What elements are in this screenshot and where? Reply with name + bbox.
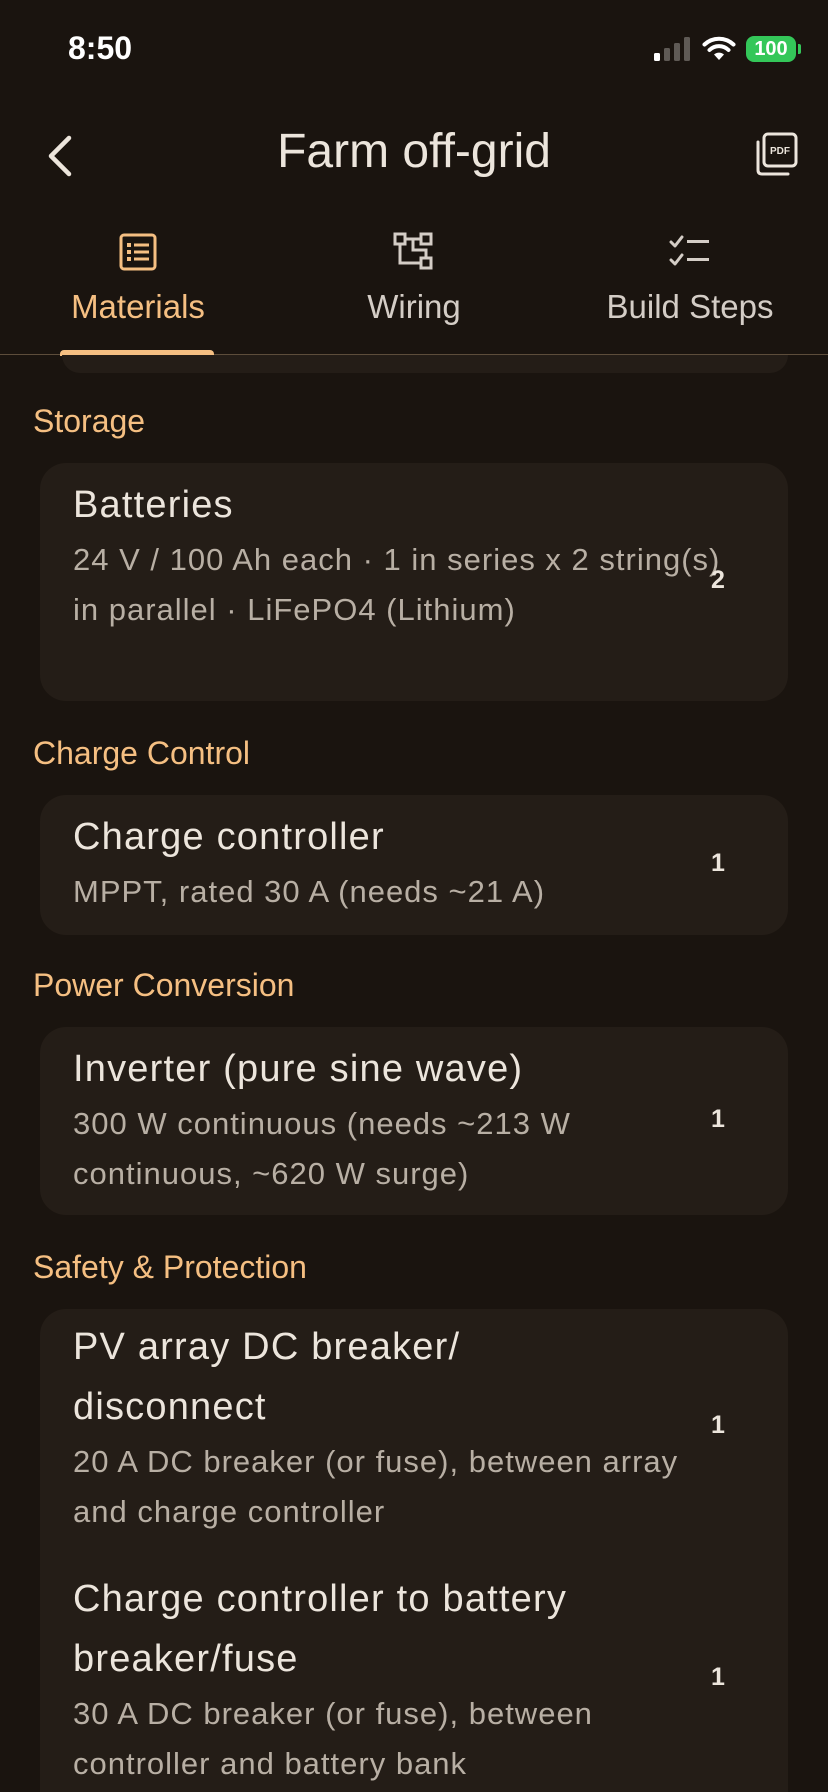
tab-bar: Materials Wiring Build Steps <box>0 222 828 356</box>
item-name: Inverter (pure sine wave) <box>73 1048 524 1090</box>
section-title-safety-protection: Safety & Protection <box>33 1249 307 1285</box>
tab-build-steps[interactable]: Build Steps <box>552 222 828 354</box>
section-title-power-conversion: Power Conversion <box>33 967 295 1003</box>
card-power-conversion: Inverter (pure sine wave) 300 W continuo… <box>40 1027 788 1215</box>
navigation-header: Farm off-grid PDF <box>0 100 828 210</box>
battery-icon: 100 <box>746 36 801 62</box>
list-item[interactable]: Charge controller to battery breaker/fus… <box>73 1569 723 1789</box>
status-bar: 8:50 100 <box>0 0 828 100</box>
item-quantity: 1 <box>711 1663 725 1691</box>
status-icons: 100 <box>654 34 801 64</box>
item-name: Charge controller to battery breaker/fus… <box>73 1578 568 1680</box>
item-description: 20 A DC breaker (or fuse), between array… <box>73 1444 679 1529</box>
status-time: 8:50 <box>68 30 133 66</box>
list-icon <box>119 233 157 271</box>
tab-wiring-label: Wiring <box>367 288 461 325</box>
list-item[interactable]: Batteries 24 V / 100 Ah each · 1 in seri… <box>73 475 723 635</box>
item-name: PV array DC breaker/ disconnect <box>73 1326 461 1428</box>
list-item[interactable]: Charge controller MPPT, rated 30 A (need… <box>73 807 723 917</box>
tab-materials[interactable]: Materials <box>0 222 276 356</box>
item-name: Batteries <box>73 484 234 526</box>
item-description: MPPT, rated 30 A (needs ~21 A) <box>73 874 546 909</box>
item-description: 300 W continuous (needs ~213 W continuou… <box>73 1106 571 1191</box>
tab-wiring[interactable]: Wiring <box>276 222 552 354</box>
wiring-diagram-icon <box>393 232 433 270</box>
svg-text:PDF: PDF <box>770 146 790 157</box>
card-charge-control: Charge controller MPPT, rated 30 A (need… <box>40 795 788 935</box>
previous-card-edge <box>62 355 788 373</box>
battery-level: 100 <box>754 37 788 60</box>
item-quantity: 1 <box>711 1411 725 1439</box>
wifi-icon <box>702 36 736 60</box>
cellular-signal-icon <box>654 37 690 61</box>
item-quantity: 2 <box>711 566 725 594</box>
export-pdf-button[interactable]: PDF <box>750 128 802 180</box>
card-storage: Batteries 24 V / 100 Ah each · 1 in seri… <box>40 463 788 701</box>
tab-build-steps-label: Build Steps <box>606 288 774 325</box>
pdf-icon: PDF <box>756 132 798 176</box>
list-item[interactable]: PV array DC breaker/ disconnect 20 A DC … <box>73 1317 723 1537</box>
item-description: 30 A DC breaker (or fuse), between contr… <box>73 1696 593 1781</box>
list-item[interactable]: Inverter (pure sine wave) 300 W continuo… <box>73 1039 723 1199</box>
item-description: 24 V / 100 Ah each · 1 in series x 2 str… <box>73 542 721 627</box>
section-title-storage: Storage <box>33 403 146 439</box>
section-title-charge-control: Charge Control <box>33 735 250 771</box>
checklist-icon <box>669 235 709 266</box>
tab-materials-label: Materials <box>71 288 205 325</box>
item-name: Charge controller <box>73 816 385 858</box>
item-quantity: 1 <box>711 849 725 877</box>
materials-list[interactable]: Storage Batteries 24 V / 100 Ah each · 1… <box>0 355 828 1792</box>
item-quantity: 1 <box>711 1105 725 1133</box>
card-safety-protection: PV array DC breaker/ disconnect 20 A DC … <box>40 1309 788 1792</box>
page-title: Farm off-grid <box>277 125 551 178</box>
